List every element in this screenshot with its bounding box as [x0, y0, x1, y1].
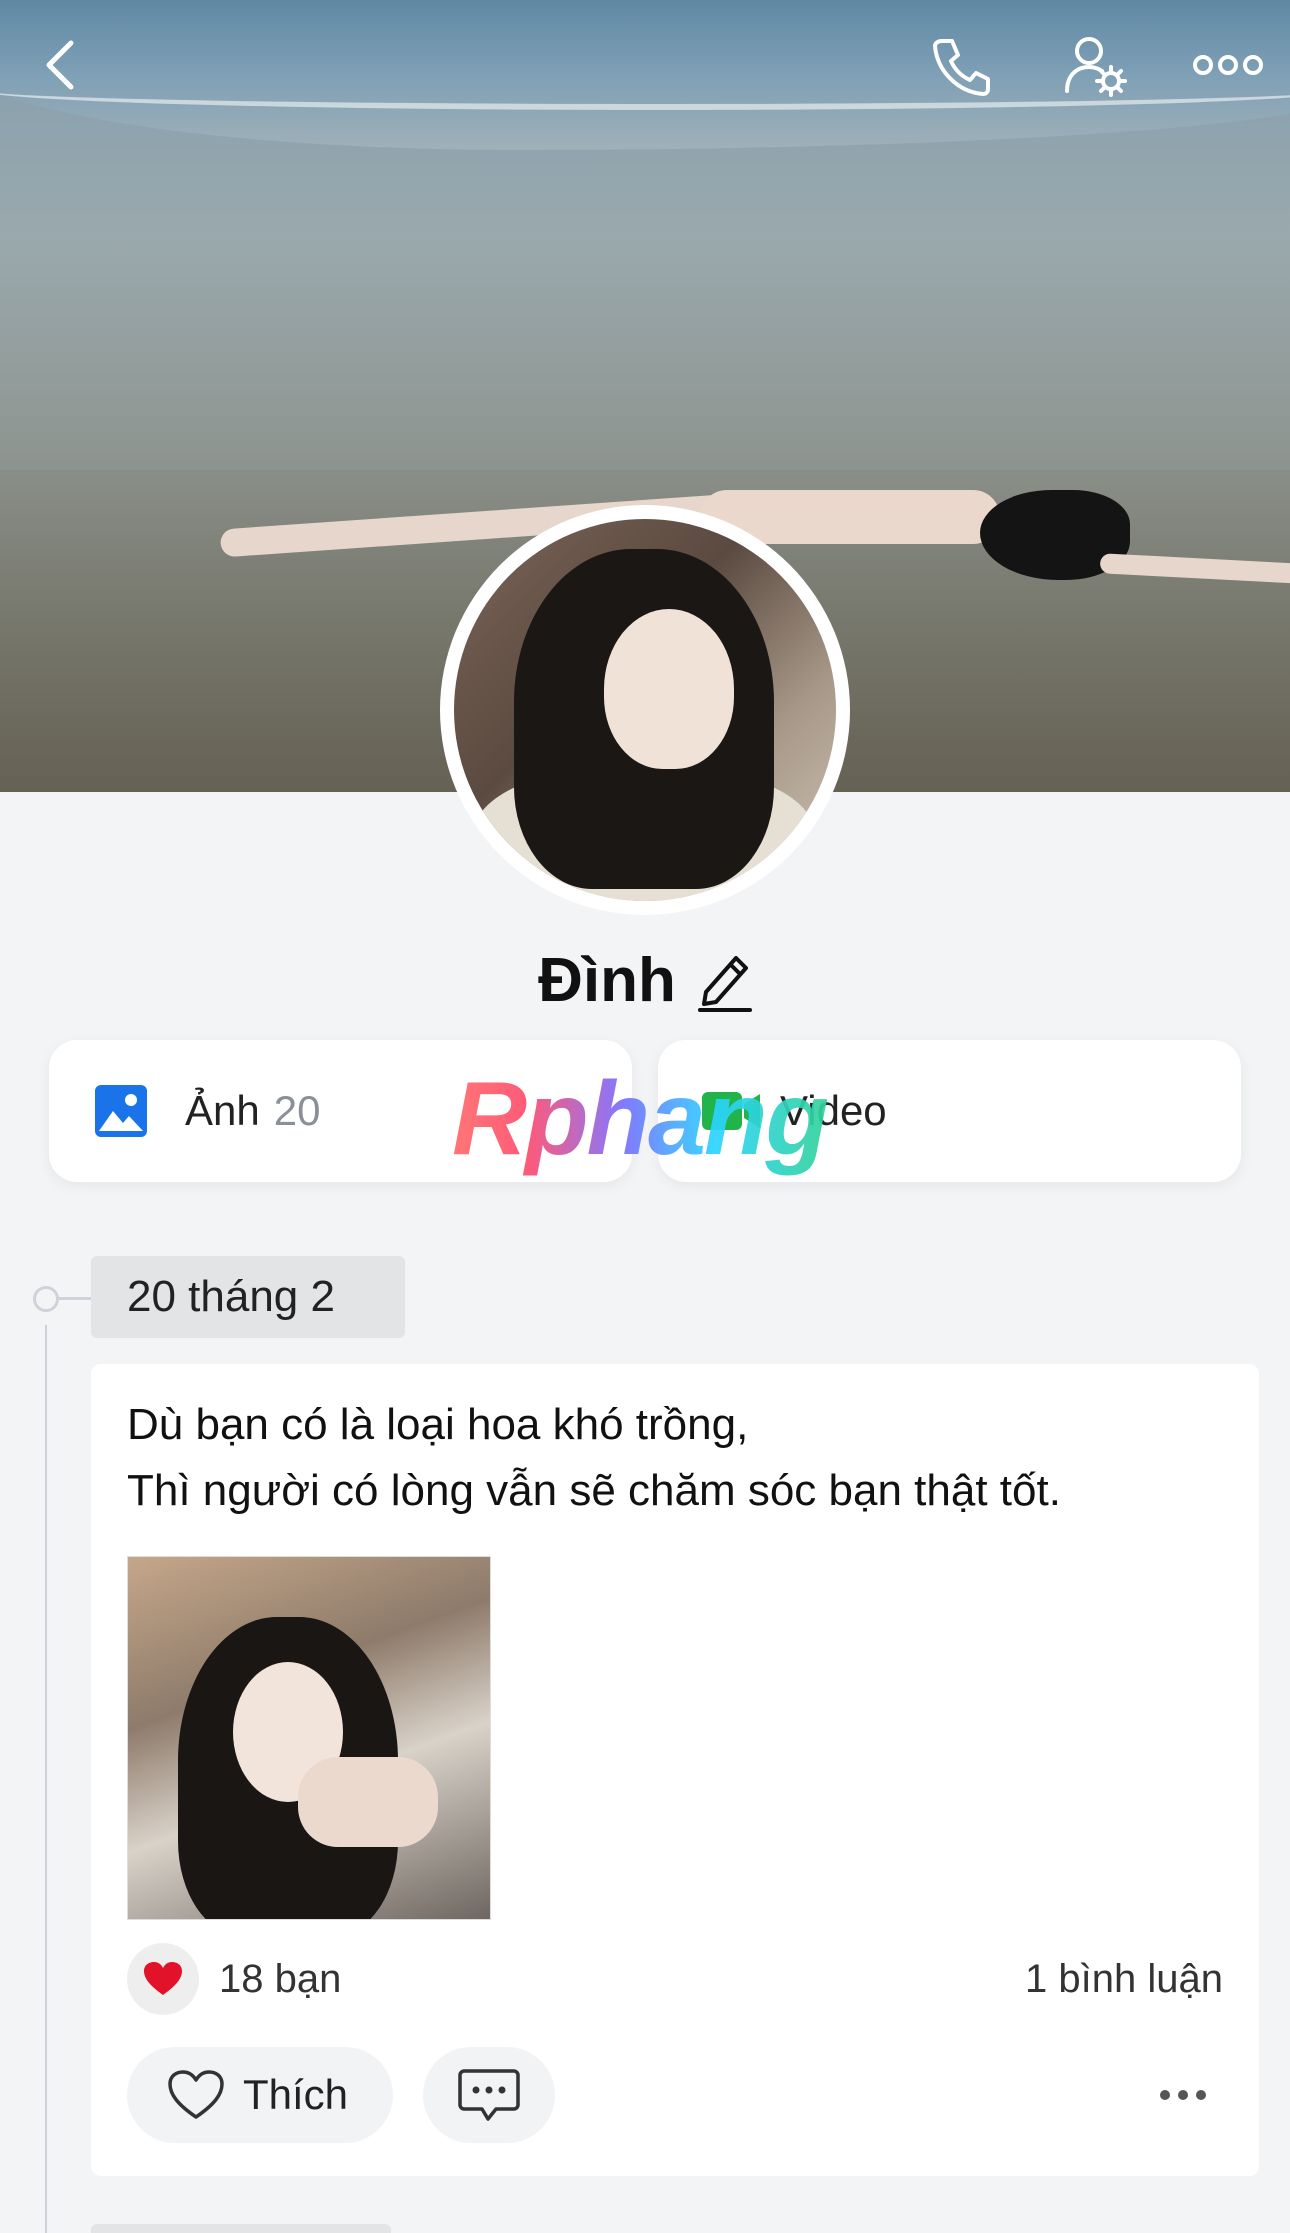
photos-count: 20	[273, 1087, 321, 1134]
more-horizontal-icon	[1193, 55, 1263, 75]
pencil-icon[interactable]	[697, 948, 752, 1012]
more-dot-icon	[1196, 2090, 1206, 2100]
post-text-line-2: Thì người có lòng vẫn sẽ chăm sóc bạn th…	[127, 1466, 1061, 1515]
post-text: Dù bạn có là loại hoa khó trồng, Thì ngư…	[127, 1392, 1061, 1524]
back-button[interactable]	[26, 30, 96, 100]
comment-button[interactable]	[423, 2047, 555, 2143]
heart-reaction-icon[interactable]	[127, 1943, 199, 2015]
post-card: Dù bạn có là loại hoa khó trồng, Thì ngư…	[91, 1364, 1259, 2176]
timeline-connector	[59, 1297, 91, 1300]
avatar[interactable]	[454, 519, 836, 901]
profile-name: Đình	[538, 945, 676, 1015]
reaction-summary: 18 bạn 1 bình luận	[127, 1943, 1223, 2015]
post-more-button[interactable]	[1143, 2065, 1223, 2125]
timeline-date: 20 tháng 2	[91, 1256, 405, 1338]
like-button[interactable]: Thích	[127, 2047, 393, 2143]
post-photo[interactable]	[127, 1556, 491, 1920]
photos-label: Ảnh	[185, 1087, 260, 1134]
next-timeline-date	[91, 2224, 391, 2233]
photo-icon	[95, 1085, 147, 1137]
chevron-left-icon	[46, 40, 74, 90]
top-bar	[0, 0, 1290, 130]
more-options-button[interactable]	[1190, 30, 1266, 100]
heart-outline-icon	[168, 2070, 224, 2119]
post-text-line-1: Dù bạn có là loại hoa khó trồng,	[127, 1400, 749, 1449]
more-dot-icon	[1160, 2090, 1170, 2100]
phone-icon	[933, 39, 990, 96]
timeline-dot	[33, 1286, 59, 1312]
like-label: Thích	[243, 2071, 349, 2118]
post-actions: Thích	[127, 2047, 1223, 2143]
call-button[interactable]	[925, 30, 995, 100]
profile-settings-button[interactable]	[1060, 30, 1130, 100]
comment-count[interactable]: 1 bình luận	[1025, 1957, 1223, 2002]
reaction-count[interactable]: 18 bạn	[219, 1957, 341, 2002]
profile-name-row: Đình	[0, 935, 1290, 1025]
comment-icon	[458, 2069, 520, 2121]
timeline-line	[45, 1325, 47, 2233]
more-dot-icon	[1178, 2090, 1188, 2100]
watermark-logo: Rphang	[452, 1061, 829, 1177]
user-settings-icon	[1065, 37, 1127, 97]
